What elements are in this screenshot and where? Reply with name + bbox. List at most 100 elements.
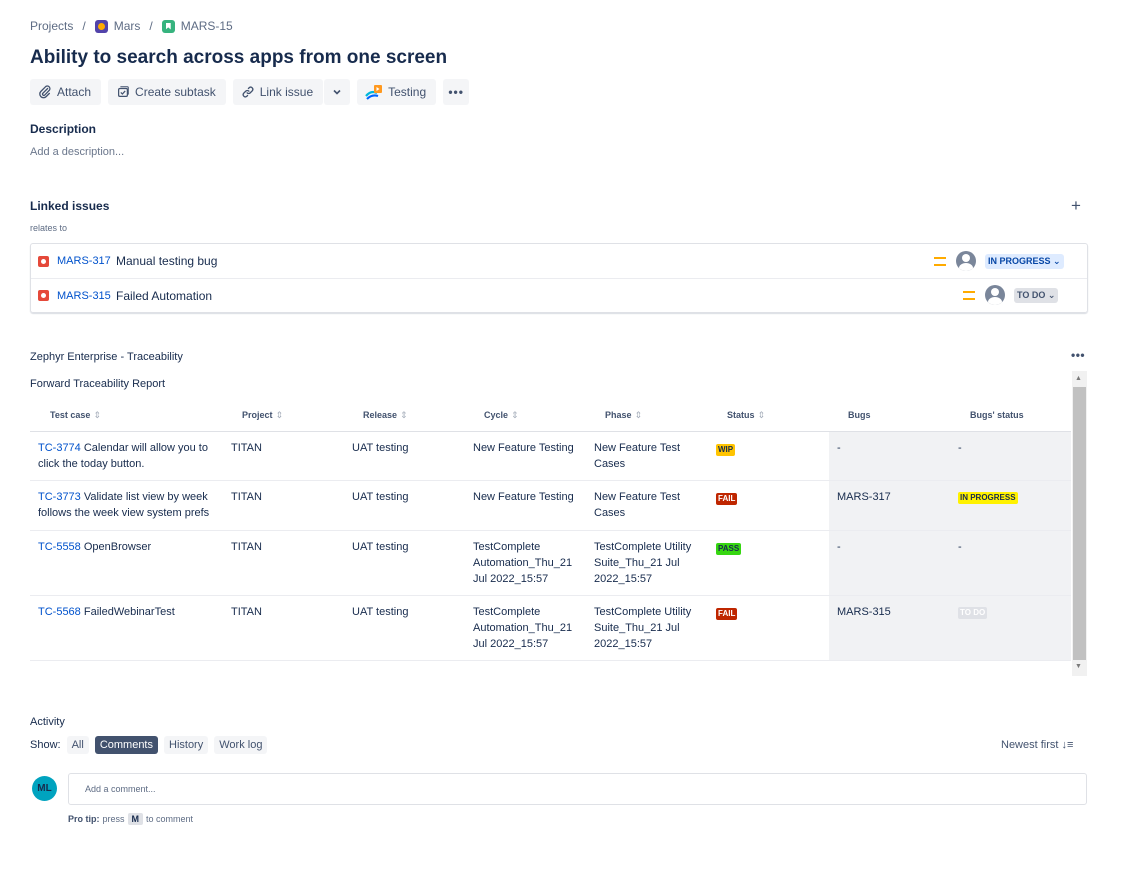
- bug-link[interactable]: MARS-315: [837, 604, 891, 620]
- assignee-avatar[interactable]: [985, 285, 1005, 305]
- linked-issue-summary[interactable]: Failed Automation: [116, 289, 212, 303]
- bug-link[interactable]: MARS-317: [837, 489, 891, 505]
- testing-label: Testing: [388, 85, 427, 99]
- breadcrumb-separator: /: [149, 19, 153, 33]
- comment-input[interactable]: Add a comment...: [68, 773, 1087, 805]
- page-title[interactable]: Ability to search across apps from one s…: [30, 47, 447, 69]
- column-header-phase[interactable]: Phase ⇕: [605, 410, 642, 421]
- keyboard-shortcut-key: M: [127, 813, 144, 825]
- linked-issues-list: MARS-317 Manual testing bug IN PROGRESS …: [30, 243, 1088, 313]
- filter-all-button[interactable]: All: [66, 736, 89, 754]
- test-case-cell: TC-3774 Calendar will allow you to click…: [38, 442, 208, 470]
- assignee-avatar[interactable]: [956, 251, 976, 271]
- test-case-cell: TC-5558 OpenBrowser: [38, 541, 152, 553]
- bugs-status-cell: -: [958, 442, 962, 454]
- test-status-badge: WIP: [716, 444, 736, 456]
- column-header-bugs-status: Bugs' status: [970, 410, 1024, 420]
- release-cell: UAT testing: [352, 442, 409, 454]
- linked-issue-summary[interactable]: Manual testing bug: [116, 254, 217, 268]
- scrollbar-thumb[interactable]: [1073, 387, 1086, 660]
- activity-filter-bar: Show: All Comments History Work log: [30, 736, 268, 754]
- link-issue-split: Link issue: [232, 79, 351, 105]
- link-issue-label: Link issue: [259, 85, 314, 99]
- filter-history-button[interactable]: History: [164, 736, 209, 754]
- breadcrumb: Projects / Mars / MARS-15: [30, 19, 233, 33]
- test-status-badge: FAIL: [716, 608, 738, 620]
- description-label: Description: [30, 122, 97, 136]
- link-issue-button[interactable]: Link issue: [232, 79, 324, 105]
- release-cell: UAT testing: [352, 491, 409, 503]
- release-cell: UAT testing: [352, 541, 409, 553]
- paperclip-icon: [39, 85, 51, 99]
- linked-issue-key[interactable]: MARS-315: [57, 290, 116, 302]
- scroll-down-arrow-icon[interactable]: ▼: [1075, 663, 1082, 670]
- test-case-link[interactable]: TC-3774: [38, 442, 81, 454]
- table-row: TC-3774 Calendar will allow you to click…: [30, 432, 1071, 481]
- linked-issue-status-dropdown[interactable]: IN PROGRESS ⌄: [985, 254, 1064, 269]
- linked-issue-row[interactable]: MARS-315 Failed Automation TO DO ⌄: [31, 278, 1087, 312]
- attach-label: Attach: [57, 85, 92, 99]
- bug-icon: [38, 255, 49, 267]
- cycle-cell: TestComplete Automation_Thu_21 Jul 2022_…: [473, 541, 573, 585]
- cycle-cell: New Feature Testing: [473, 442, 574, 454]
- description-field[interactable]: Add a description...: [30, 146, 124, 158]
- more-actions-button[interactable]: •••: [443, 79, 470, 105]
- attach-button[interactable]: Attach: [30, 79, 102, 105]
- protip-suffix: to comment: [146, 814, 194, 824]
- test-status-badge: FAIL: [716, 493, 738, 505]
- table-scrollbar[interactable]: ▲ ▼: [1072, 371, 1087, 676]
- linked-issue-row[interactable]: MARS-317 Manual testing bug IN PROGRESS …: [31, 244, 1087, 278]
- breadcrumb-issue-key[interactable]: MARS-15: [181, 19, 233, 33]
- test-case-link[interactable]: TC-5558: [38, 541, 81, 553]
- sort-order-button[interactable]: Newest first ↓≡: [1001, 739, 1073, 751]
- bug-status-badge: TO DO: [958, 607, 988, 619]
- link-issue-dropdown-button[interactable]: [324, 79, 351, 105]
- column-header-status[interactable]: Status ⇕: [727, 410, 765, 421]
- add-linked-issue-button[interactable]: +: [1071, 196, 1081, 216]
- cycle-cell: New Feature Testing: [473, 491, 574, 503]
- pro-tip: Pro tip: press M to comment: [68, 813, 193, 825]
- report-title: Forward Traceability Report: [30, 378, 166, 390]
- linked-issue-key[interactable]: MARS-317: [57, 255, 116, 267]
- subtask-icon: [118, 86, 129, 97]
- test-case-cell: TC-5568 FailedWebinarTest: [38, 606, 175, 618]
- priority-medium-icon: [963, 291, 975, 300]
- bugs-cell: -: [837, 541, 841, 553]
- filter-worklog-button[interactable]: Work log: [214, 736, 268, 754]
- column-header-release[interactable]: Release ⇕: [363, 410, 408, 421]
- breadcrumb-projects[interactable]: Projects: [30, 19, 73, 33]
- testing-button[interactable]: Testing: [357, 79, 437, 105]
- column-header-project[interactable]: Project ⇕: [242, 410, 283, 421]
- create-subtask-label: Create subtask: [135, 85, 216, 99]
- column-header-test-case[interactable]: Test case ⇕: [50, 410, 101, 421]
- traceability-table: Test case ⇕ Project ⇕ Release ⇕ Cycle ⇕ Phas…: [30, 399, 1071, 661]
- column-header-bugs: Bugs: [848, 410, 871, 420]
- linked-issue-status-dropdown[interactable]: TO DO ⌄: [1014, 288, 1059, 303]
- scroll-up-arrow-icon[interactable]: ▲: [1075, 375, 1082, 382]
- test-status-badge: PASS: [716, 543, 742, 555]
- zephyr-more-button[interactable]: •••: [1071, 348, 1085, 362]
- link-icon: [242, 86, 254, 98]
- chevron-down-icon: [333, 89, 341, 95]
- create-subtask-button[interactable]: Create subtask: [108, 79, 226, 105]
- filter-comments-button[interactable]: Comments: [94, 736, 158, 754]
- bug-icon: [38, 290, 49, 301]
- table-row: TC-5558 OpenBrowser TITAN UAT testing Te…: [30, 531, 1071, 596]
- column-header-cycle[interactable]: Cycle ⇕: [484, 410, 519, 421]
- test-case-link[interactable]: TC-3773: [38, 491, 81, 503]
- project-cell: TITAN: [231, 442, 262, 454]
- breadcrumb-project[interactable]: Mars: [114, 19, 141, 33]
- user-avatar: ML: [32, 776, 57, 801]
- table-header: Test case ⇕ Project ⇕ Release ⇕ Cycle ⇕ Phas…: [30, 399, 1071, 432]
- zephyr-panel-title: Zephyr Enterprise - Traceability: [30, 351, 183, 363]
- phase-cell: New Feature Test Cases: [594, 491, 681, 519]
- table-row: TC-3773 Validate list view by week follo…: [30, 481, 1071, 531]
- project-avatar-icon: [94, 19, 108, 33]
- test-case-link[interactable]: TC-5568: [38, 606, 81, 618]
- relation-label: relates to: [30, 223, 68, 233]
- activity-label: Activity: [30, 716, 65, 728]
- project-cell: TITAN: [231, 491, 262, 503]
- phase-cell: New Feature Test Cases: [594, 442, 681, 470]
- issue-toolbar: Attach Create subtask Link issue Testing…: [30, 79, 470, 105]
- priority-medium-icon: [934, 257, 946, 266]
